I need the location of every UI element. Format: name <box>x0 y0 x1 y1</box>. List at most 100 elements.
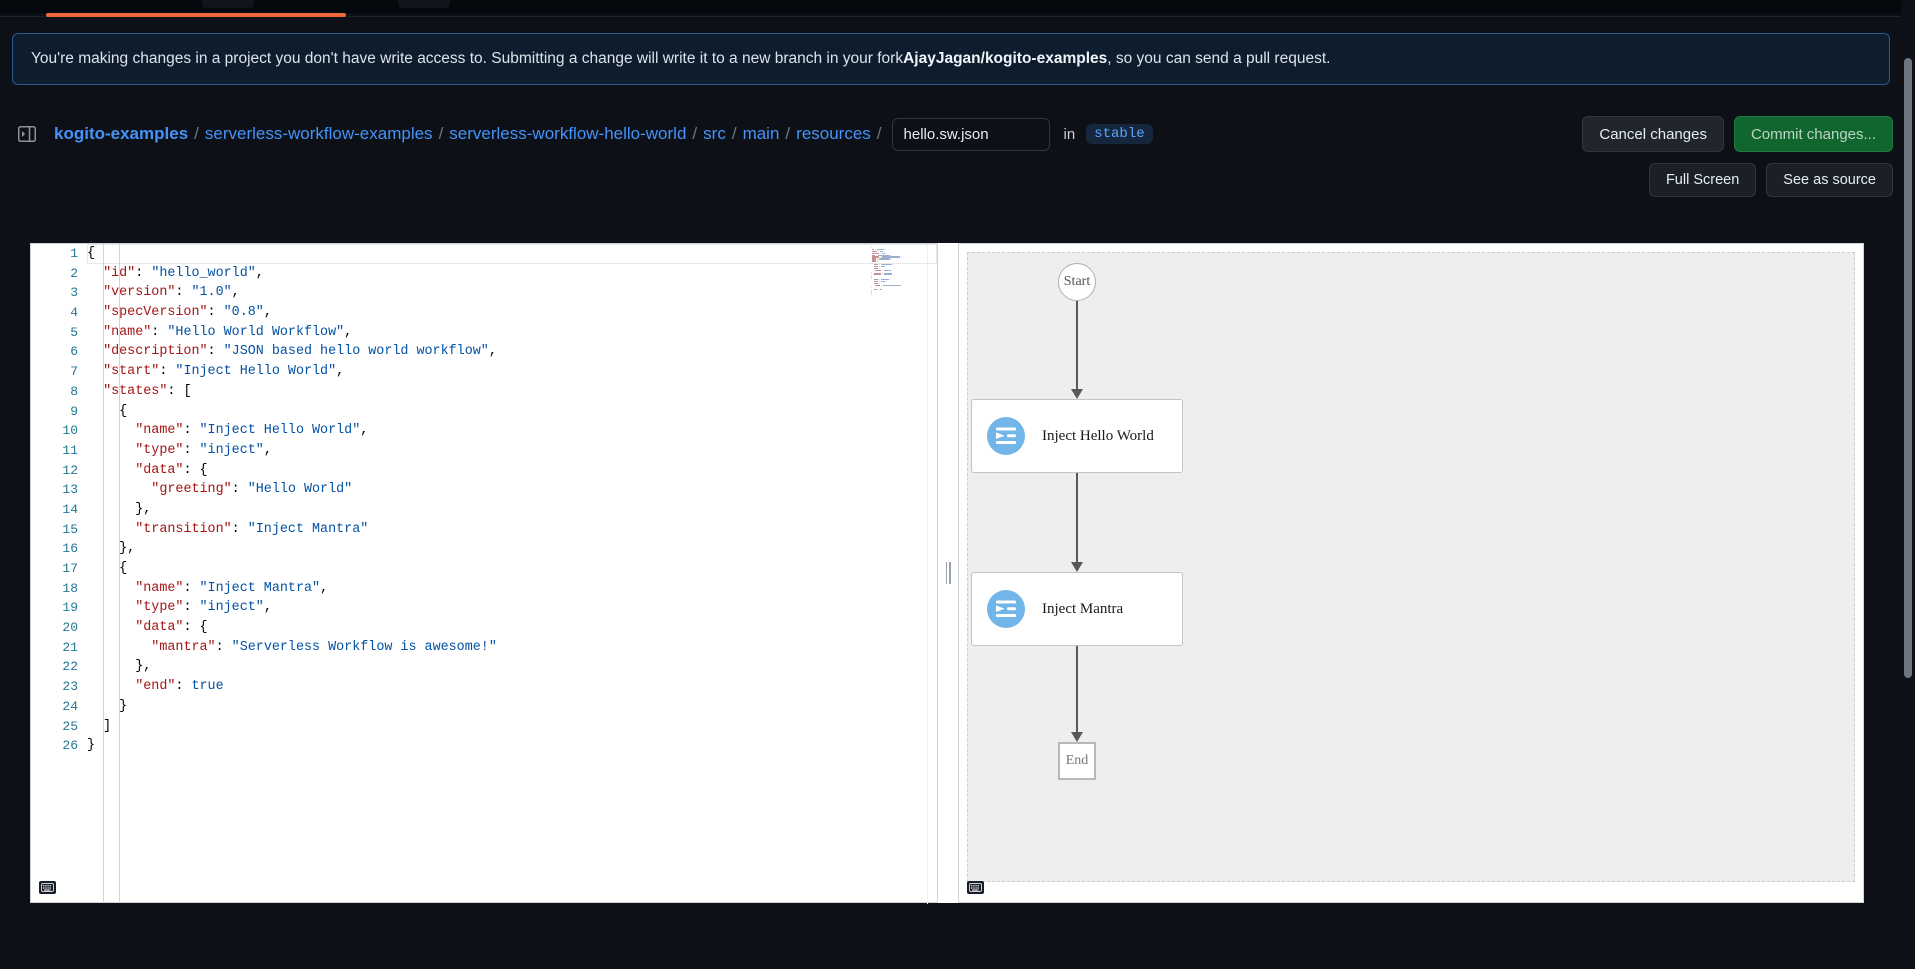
breadcrumb-separator: / <box>194 124 199 144</box>
line-number: 12 <box>31 461 87 481</box>
code-token: "version" <box>103 285 175 300</box>
cancel-changes-button[interactable]: Cancel changes <box>1582 116 1724 152</box>
code-token: : <box>183 443 199 458</box>
node-start[interactable]: Start <box>1058 263 1096 301</box>
code-line[interactable]: "states": [ <box>87 382 937 402</box>
page-scrollbar[interactable] <box>1901 0 1915 969</box>
code-token <box>87 384 103 399</box>
code-line[interactable]: }, <box>87 657 937 677</box>
code-line[interactable]: "data": { <box>87 618 937 638</box>
diagram-pane[interactable]: Start Inject Hello World <box>958 243 1864 903</box>
code-line[interactable]: "data": { <box>87 461 937 481</box>
line-number: 8 <box>31 382 87 402</box>
code-line[interactable]: ] <box>87 717 937 737</box>
filename-input[interactable] <box>892 118 1050 151</box>
see-as-source-button[interactable]: See as source <box>1766 163 1893 197</box>
code-line[interactable]: "transition": "Inject Mantra" <box>87 520 937 540</box>
code-line[interactable]: "version": "1.0", <box>87 283 937 303</box>
code-token: } <box>87 738 95 753</box>
code-token <box>87 679 135 694</box>
editor-shell: 1234567891011121314151617181920212223242… <box>30 243 1864 903</box>
keyboard-icon[interactable] <box>967 881 984 894</box>
code-token <box>87 463 135 478</box>
code-line[interactable]: } <box>87 736 937 756</box>
code-token <box>87 325 103 340</box>
edge-inject-hello-to-inject-mantra <box>1076 473 1078 568</box>
breadcrumb-item-src[interactable]: src <box>703 124 726 144</box>
code-line[interactable]: { <box>87 244 937 264</box>
in-label: in <box>1064 126 1076 143</box>
code-line[interactable]: "description": "JSON based hello world w… <box>87 342 937 362</box>
inject-state-icon <box>987 417 1025 455</box>
breadcrumb-item-serverless-workflow-examples[interactable]: serverless-workflow-examples <box>205 124 433 144</box>
line-number: 9 <box>31 402 87 422</box>
code-line[interactable]: "name": "Hello World Workflow", <box>87 323 937 343</box>
node-end[interactable]: End <box>1058 742 1096 780</box>
line-number: 24 <box>31 697 87 717</box>
code-line[interactable]: "greeting": "Hello World" <box>87 480 937 500</box>
node-inject-hello-world[interactable]: Inject Hello World <box>971 399 1183 473</box>
code-token: : { <box>183 463 207 478</box>
code-token: : <box>175 285 191 300</box>
code-line[interactable]: "specVersion": "0.8", <box>87 303 937 323</box>
line-number: 18 <box>31 579 87 599</box>
code-token <box>87 423 135 438</box>
keyboard-icon[interactable] <box>39 881 56 894</box>
breadcrumb-item-resources[interactable]: resources <box>796 124 871 144</box>
line-number: 16 <box>31 539 87 559</box>
breadcrumb-separator: / <box>692 124 697 144</box>
code-token: "name" <box>135 581 183 596</box>
sidebar-expand-icon[interactable] <box>14 121 40 147</box>
window-top-strip <box>0 0 1915 13</box>
code-token: } <box>87 699 127 714</box>
node-inject-mantra[interactable]: Inject Mantra <box>971 572 1183 646</box>
code-token: "start" <box>103 364 159 379</box>
inject-state-icon <box>987 590 1025 628</box>
code-token: , <box>232 285 240 300</box>
code-token: }, <box>87 541 135 556</box>
code-line[interactable]: "mantra": "Serverless Workflow is awesom… <box>87 638 937 658</box>
code-token: , <box>264 600 272 615</box>
code-line[interactable]: "name": "Inject Mantra", <box>87 579 937 599</box>
code-token: "0.8" <box>224 305 264 320</box>
commit-actions: Cancel changes Commit changes... <box>1582 116 1893 152</box>
code-token: "Hello World Workflow" <box>167 325 344 340</box>
splitter-grip[interactable] <box>946 562 951 584</box>
editor-scrollbar[interactable] <box>927 244 934 904</box>
code-line[interactable]: "type": "inject", <box>87 598 937 618</box>
code-minimap[interactable] <box>871 247 923 295</box>
code-line[interactable]: }, <box>87 500 937 520</box>
commit-changes-button[interactable]: Commit changes... <box>1734 116 1893 152</box>
code-token: "JSON based hello world workflow" <box>224 344 489 359</box>
breadcrumb-item-main[interactable]: main <box>743 124 780 144</box>
code-area[interactable]: { "id": "hello_world", "version": "1.0",… <box>87 244 937 902</box>
breadcrumb-item-repo[interactable]: kogito-examples <box>54 124 188 144</box>
edge-start-to-inject-hello <box>1076 300 1078 395</box>
code-line[interactable]: "start": "Inject Hello World", <box>87 362 937 382</box>
code-line[interactable]: "id": "hello_world", <box>87 264 937 284</box>
code-token: : <box>183 423 199 438</box>
workflow-canvas[interactable]: Start Inject Hello World <box>967 252 1855 882</box>
code-line[interactable]: { <box>87 402 937 422</box>
code-line[interactable]: } <box>87 697 937 717</box>
code-token <box>87 443 135 458</box>
breadcrumb-item-serverless-workflow-hello-world[interactable]: serverless-workflow-hello-world <box>449 124 686 144</box>
code-token: , <box>360 423 368 438</box>
line-number: 5 <box>31 323 87 343</box>
node-end-label: End <box>1066 753 1089 769</box>
full-screen-button[interactable]: Full Screen <box>1649 163 1756 197</box>
line-number: 10 <box>31 421 87 441</box>
pane-splitter[interactable] <box>938 243 958 903</box>
code-editor-pane[interactable]: 1234567891011121314151617181920212223242… <box>30 243 938 903</box>
code-line[interactable]: { <box>87 559 937 579</box>
code-line[interactable]: "name": "Inject Hello World", <box>87 421 937 441</box>
code-line[interactable]: }, <box>87 539 937 559</box>
breadcrumb-separator: / <box>877 124 882 144</box>
page-scrollbar-thumb[interactable] <box>1904 58 1912 678</box>
code-token: "states" <box>103 384 167 399</box>
code-token <box>87 305 103 320</box>
code-token: "type" <box>135 600 183 615</box>
code-line[interactable]: "type": "inject", <box>87 441 937 461</box>
active-tab-indicator <box>46 13 346 17</box>
code-line[interactable]: "end": true <box>87 677 937 697</box>
